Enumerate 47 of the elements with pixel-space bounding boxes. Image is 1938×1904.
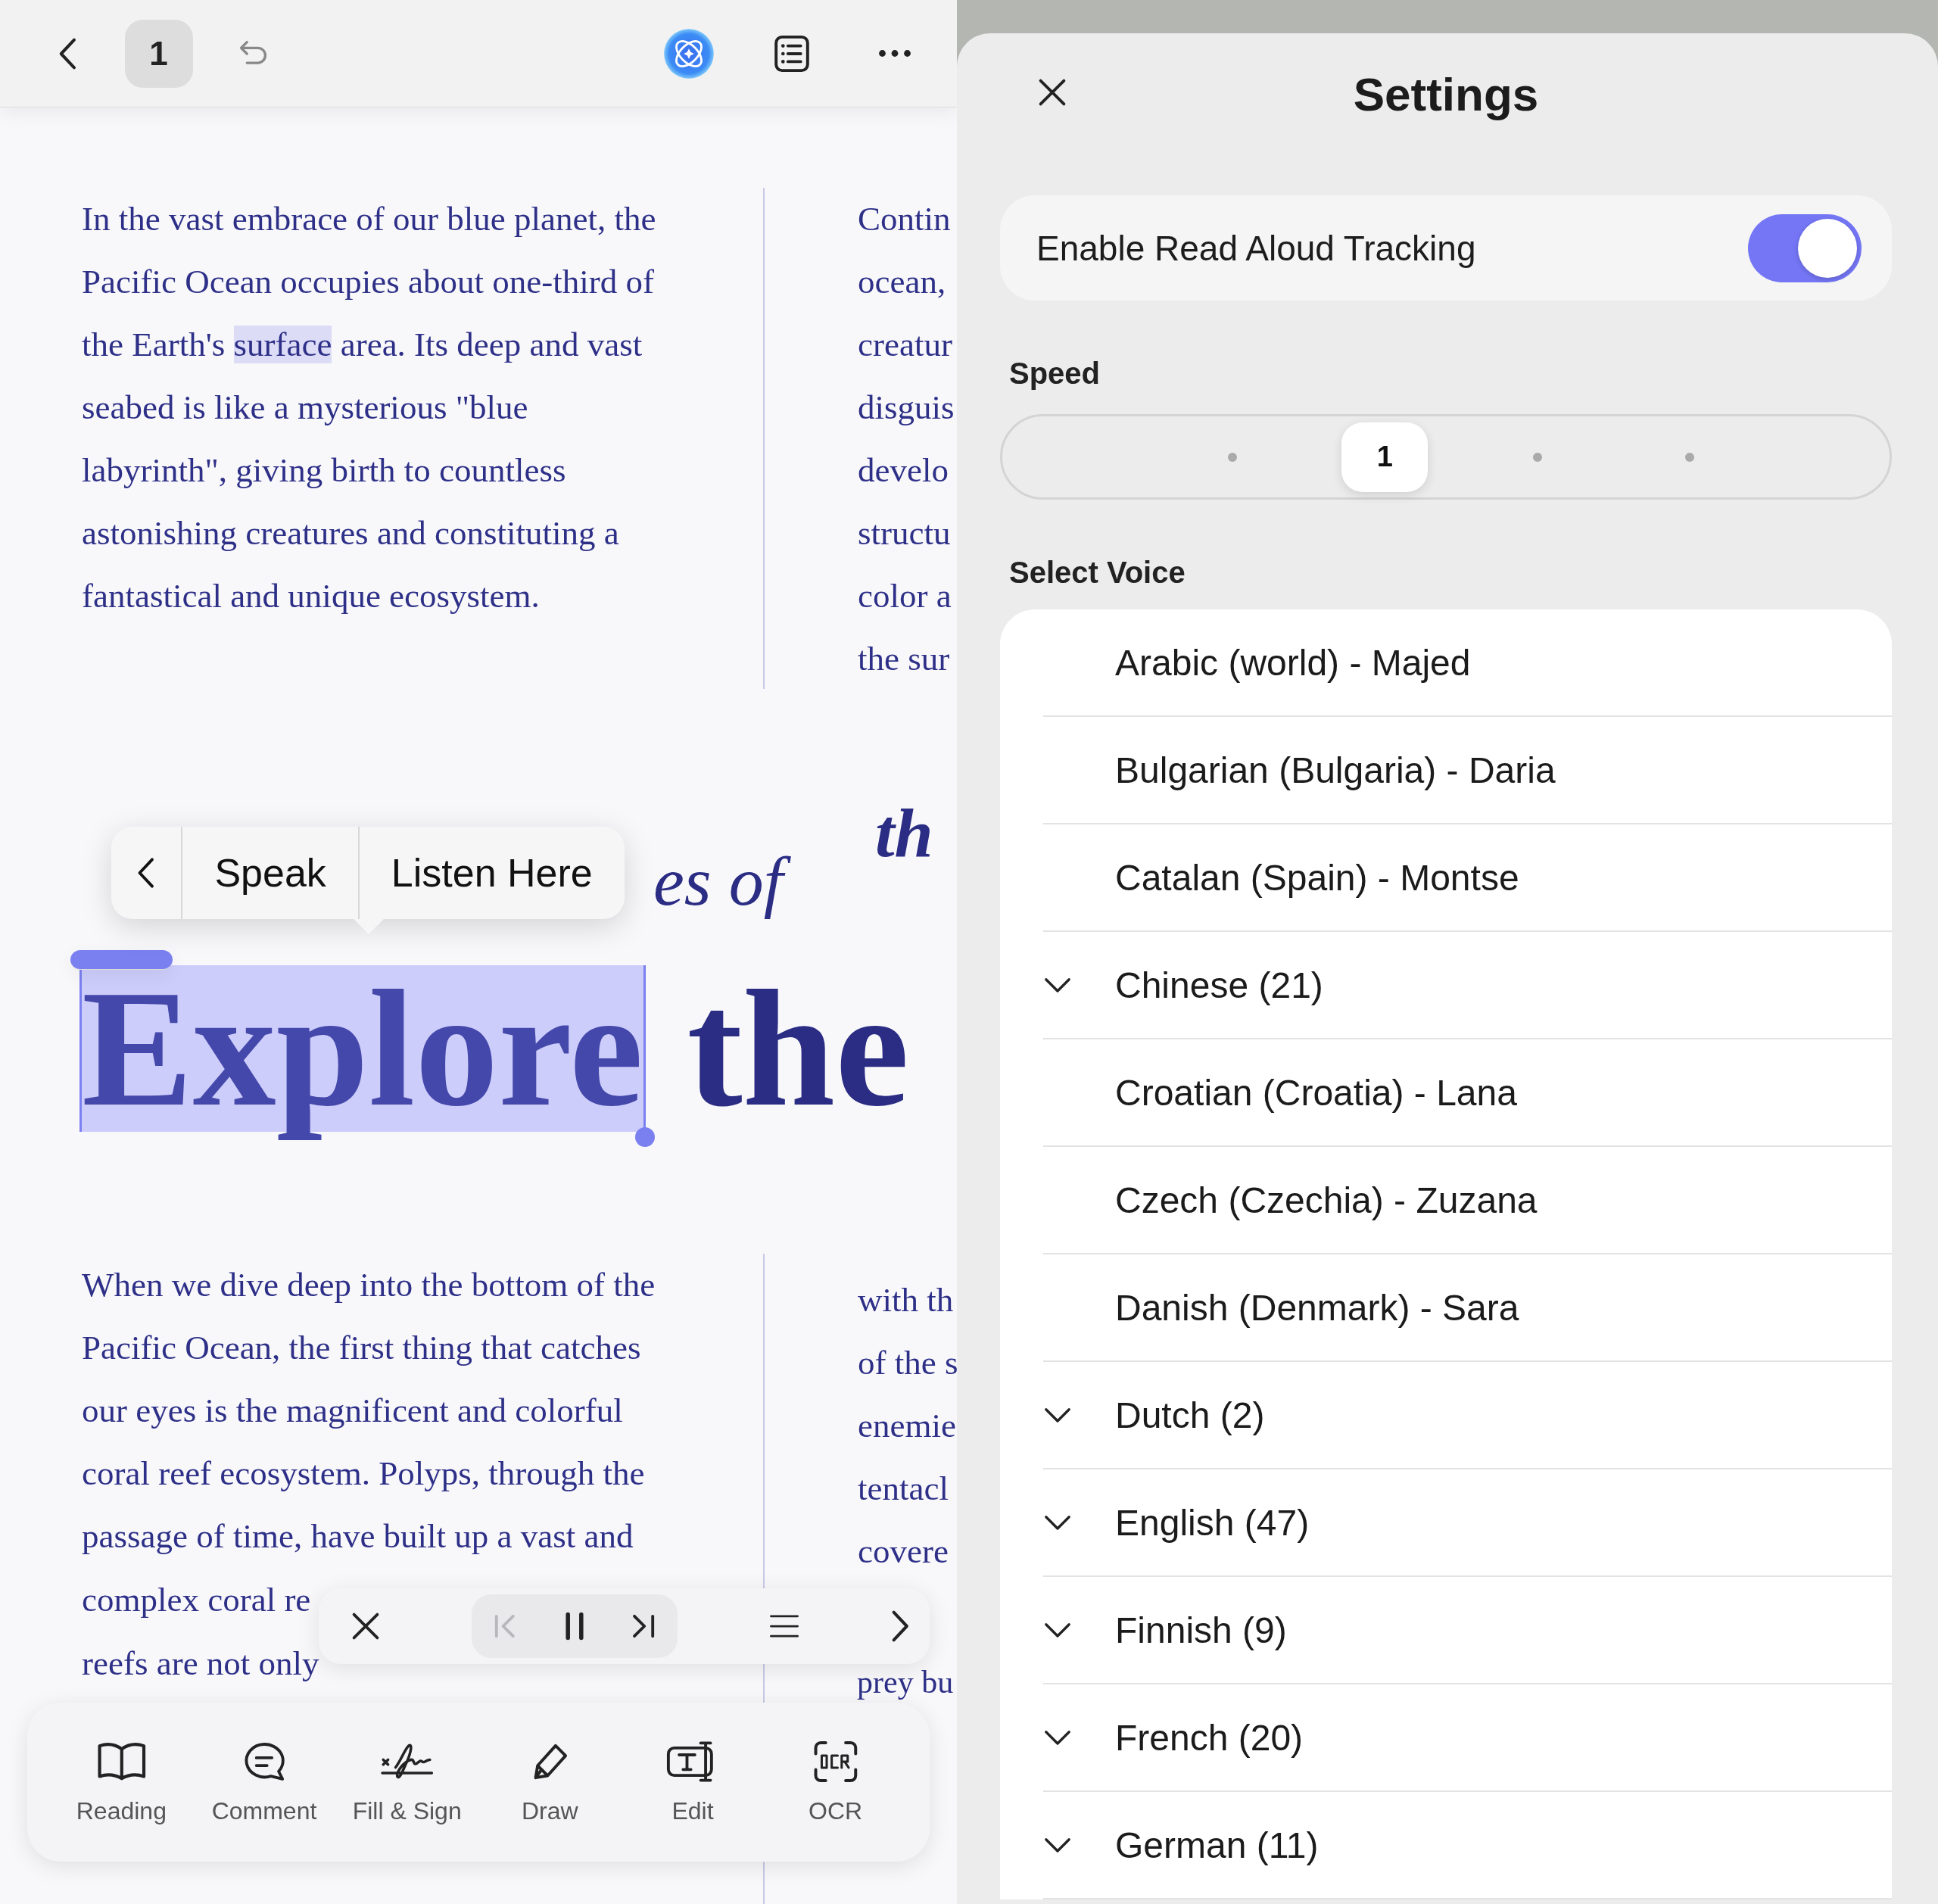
- selection-handle[interactable]: [70, 950, 173, 970]
- page-number-button[interactable]: 1: [124, 19, 193, 88]
- subtitle-fragment: th: [874, 793, 934, 873]
- body-text-line: reefs are not only: [82, 1647, 319, 1680]
- voice-group-row[interactable]: German (11): [1043, 1792, 1892, 1899]
- reading-tool-button[interactable]: Reading: [50, 1739, 193, 1825]
- body-text-line: complex coral re: [82, 1583, 311, 1616]
- list-document-icon: [772, 33, 812, 73]
- menu-item[interactable]: Listen Here: [357, 827, 625, 919]
- comment-tool-button[interactable]: Comment: [192, 1739, 336, 1825]
- body-paragraph: In the vast embrace of our blue planet, the Pacific Ocean occupies about one-third of the Earth's surface area. Its deep and vast seabed is like a mysterious "blue labyrinth", giving birth to countless astonishing creatures and constituting a fantastical and unique ecosystem.: [82, 199, 657, 616]
- chevron-down-icon: [1043, 1836, 1072, 1854]
- outline-button[interactable]: [772, 33, 812, 73]
- body-paragraph: Contin ocean, creatur disguis develo structu color a the sur: [857, 199, 955, 679]
- chevron-down-icon: [1043, 976, 1072, 994]
- chevron-down-icon: [1043, 1621, 1072, 1639]
- section-label: Select Voice: [1008, 555, 1186, 590]
- voice-row[interactable]: Bulgarian (Bulgaria) - Daria: [1043, 717, 1892, 824]
- voice-row[interactable]: Arabic (world) - Majed: [1043, 609, 1892, 717]
- chevron-down-icon: [1043, 1513, 1072, 1532]
- ai-assistant-icon: [663, 27, 715, 79]
- subtitle-fragment: es of: [649, 836, 802, 927]
- voice-group-row[interactable]: Chinese (21): [1043, 932, 1892, 1039]
- setting-label: Enable Read Aloud Tracking: [1036, 227, 1476, 269]
- voice-row[interactable]: Danish (Denmark) - Sara: [1043, 1254, 1892, 1362]
- edit-tool-button[interactable]: Edit: [621, 1739, 765, 1825]
- sheet-title: Settings: [1353, 67, 1539, 121]
- sign-tool-button[interactable]: Fill & Sign: [335, 1739, 478, 1825]
- ocr-tool-button[interactable]: OCR: [764, 1739, 907, 1825]
- voice-group-row[interactable]: French (20): [1043, 1684, 1892, 1792]
- more-button[interactable]: [878, 49, 911, 58]
- draw-tool-button[interactable]: Draw: [478, 1739, 622, 1825]
- body-paragraph: with th of the s enemie tentacl covere: [857, 1280, 957, 1572]
- voice-group-row[interactable]: Finnish (9): [1043, 1577, 1892, 1684]
- voice-row[interactable]: Czech (Czechia) - Zuzana: [1043, 1147, 1892, 1254]
- more-icon: [878, 49, 911, 58]
- menu-item[interactable]: Speak: [181, 827, 358, 919]
- voice-group-row[interactable]: Dutch (2): [1043, 1362, 1892, 1469]
- section-label: Speed: [1008, 356, 1101, 391]
- body-text-line: prey bu: [857, 1666, 954, 1699]
- ai-assistant-button[interactable]: [663, 27, 715, 79]
- voice-group-row[interactable]: English (47): [1043, 1469, 1892, 1577]
- chevron-down-icon: [1043, 1728, 1072, 1747]
- voice-row[interactable]: Croatian (Croatia) - Lana: [1043, 1039, 1892, 1147]
- voice-row[interactable]: Catalan (Spain) - Montse: [1043, 824, 1892, 932]
- chevron-down-icon: [1043, 1406, 1072, 1424]
- speed-option[interactable]: 1: [1341, 422, 1429, 492]
